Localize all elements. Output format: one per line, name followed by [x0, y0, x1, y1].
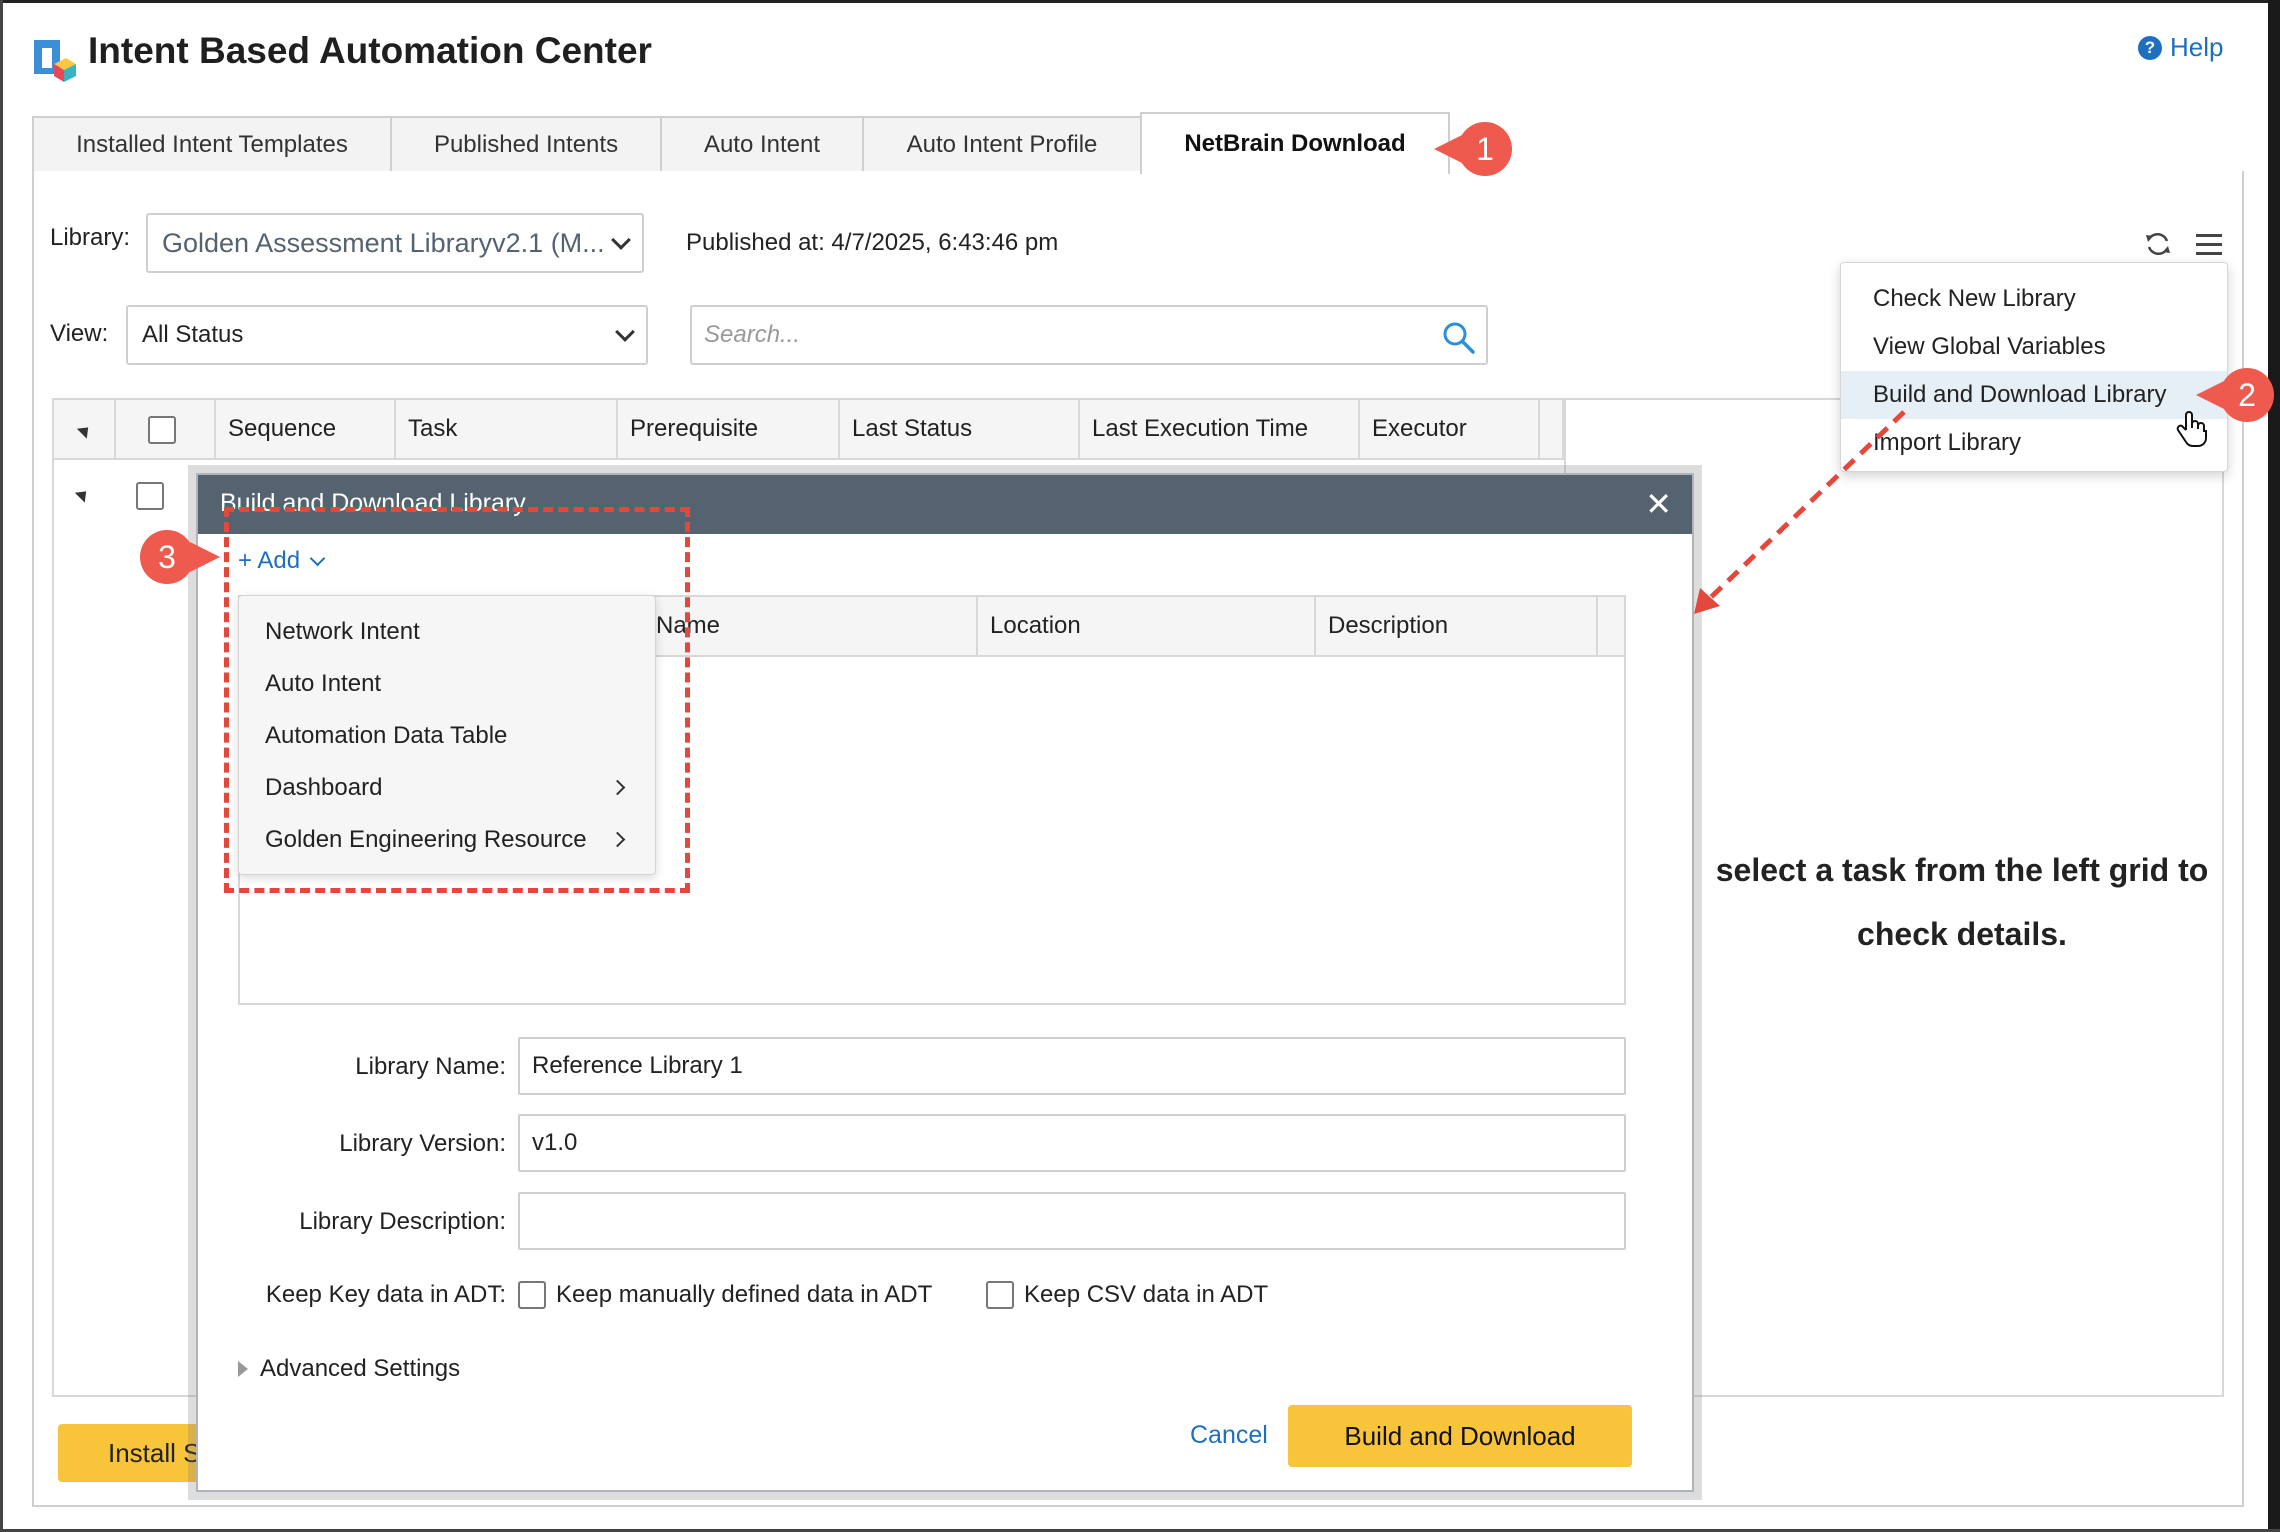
row-checkbox[interactable]: [136, 482, 164, 510]
callout-2-pointer: [2196, 380, 2226, 410]
library-actions-menu: Check New Library View Global Variables …: [1840, 262, 2228, 472]
dialog-title: Build and Download Library: [220, 489, 526, 517]
add-menu-dashboard-label: Dashboard: [265, 774, 383, 801]
menu-item-import-library[interactable]: Import Library: [1841, 419, 2227, 467]
menu-item-check-new-library[interactable]: Check New Library: [1841, 275, 2227, 323]
task-grid-header: Sequence Task Prerequisite Last Status L…: [52, 398, 1564, 460]
tab-installed-intent-templates[interactable]: Installed Intent Templates: [32, 116, 392, 172]
refresh-icon[interactable]: [2144, 230, 2172, 258]
search-placeholder: Search...: [704, 321, 801, 348]
column-last-execution-time[interactable]: Last Execution Time: [1080, 400, 1360, 458]
tab-published-intents[interactable]: Published Intents: [390, 116, 662, 172]
expand-icon: [238, 1361, 248, 1377]
callout-3-pointer: [190, 542, 220, 572]
menu-item-build-and-download-library[interactable]: Build and Download Library: [1841, 371, 2227, 419]
app-logo-icon: [34, 40, 76, 82]
add-label: + Add: [238, 547, 301, 574]
chevron-down-icon: [615, 322, 635, 342]
tab-auto-intent-profile[interactable]: Auto Intent Profile: [862, 116, 1142, 172]
build-and-download-button[interactable]: Build and Download: [1288, 1405, 1632, 1467]
close-icon[interactable]: ✕: [1645, 488, 1672, 520]
chevron-down-icon: [611, 230, 631, 250]
keep-csv-data-label: Keep CSV data in ADT: [1024, 1281, 1269, 1308]
add-menu-auto-intent[interactable]: Auto Intent: [239, 658, 655, 710]
column-location[interactable]: Location: [978, 597, 1316, 655]
cancel-button[interactable]: Cancel: [1190, 1421, 1268, 1450]
hand-cursor-icon: [2176, 411, 2207, 448]
advanced-settings-label: Advanced Settings: [260, 1355, 461, 1382]
hamburger-menu-icon[interactable]: [2196, 232, 2222, 256]
advanced-settings-toggle[interactable]: Advanced Settings: [238, 1355, 460, 1383]
help-label: Help: [2170, 32, 2224, 62]
add-menu: Network Intent Auto Intent Automation Da…: [238, 595, 656, 875]
view-select[interactable]: All Status: [126, 305, 648, 365]
library-description-input[interactable]: [518, 1192, 1626, 1250]
column-description[interactable]: Description: [1316, 597, 1598, 655]
column-sequence[interactable]: Sequence: [216, 400, 396, 458]
column-task[interactable]: Task: [396, 400, 618, 458]
add-menu-golden-engineering-resource-label: Golden Engineering Resource: [265, 826, 587, 853]
keep-manual-data-checkbox[interactable]: [518, 1281, 546, 1309]
view-label: View:: [50, 320, 109, 347]
build-download-dialog: Build and Download Library ✕ + Add Name …: [196, 473, 1694, 1492]
help-link[interactable]: ? Help: [2138, 32, 2223, 63]
library-version-label: Library Version:: [339, 1130, 506, 1157]
add-menu-golden-engineering-resource[interactable]: Golden Engineering Resource: [239, 814, 655, 866]
callout-1-pointer: [1434, 134, 1464, 164]
library-version-input[interactable]: v1.0: [518, 1114, 1626, 1172]
library-name-label: Library Name:: [355, 1053, 506, 1080]
chevron-right-icon: [609, 779, 626, 796]
keep-csv-data-checkbox[interactable]: [986, 1281, 1014, 1309]
app-title: Intent Based Automation Center: [88, 30, 652, 71]
search-input[interactable]: Search...: [690, 305, 1488, 365]
library-select[interactable]: Golden Assessment Libraryv2.1 (M...: [146, 213, 644, 273]
library-label: Library:: [50, 224, 131, 251]
add-menu-automation-data-table[interactable]: Automation Data Table: [239, 710, 655, 762]
grid-collapse-cell[interactable]: [54, 400, 116, 458]
grid-select-all-cell: [116, 400, 216, 458]
library-select-value: Golden Assessment Libraryv2.1 (M...: [162, 227, 605, 258]
column-name[interactable]: Name: [644, 597, 978, 655]
select-all-checkbox[interactable]: [148, 416, 176, 444]
add-menu-network-intent[interactable]: Network Intent: [239, 606, 655, 658]
detail-placeholder-message: select a task from the left grid to chec…: [1715, 852, 2209, 952]
view-select-value: All Status: [142, 321, 244, 348]
keep-key-data-label: Keep Key data in ADT:: [265, 1281, 506, 1308]
library-name-input[interactable]: Reference Library 1: [518, 1037, 1626, 1095]
dialog-header: Build and Download Library ✕: [198, 475, 1692, 534]
window-frame-left: [0, 0, 3, 1532]
column-executor[interactable]: Executor: [1360, 400, 1540, 458]
chevron-right-icon: [609, 831, 626, 848]
add-menu-dashboard[interactable]: Dashboard: [239, 762, 655, 814]
tab-auto-intent[interactable]: Auto Intent: [660, 116, 864, 172]
chevron-down-icon: [309, 550, 326, 566]
tab-netbrain-download[interactable]: NetBrain Download: [1140, 112, 1450, 174]
window-frame-right: [2268, 0, 2280, 1532]
add-button[interactable]: + Add: [238, 547, 326, 575]
published-at: Published at: 4/7/2025, 6:43:46 pm: [686, 229, 1059, 256]
menu-item-view-global-variables[interactable]: View Global Variables: [1841, 323, 2227, 371]
collapse-icon: [76, 422, 94, 439]
help-icon: ?: [2138, 35, 2162, 60]
window-frame-top: [0, 0, 2280, 3]
search-icon[interactable]: [1442, 321, 1476, 355]
column-last-status[interactable]: Last Status: [840, 400, 1080, 458]
library-description-label: Library Description:: [299, 1208, 506, 1235]
column-prerequisite[interactable]: Prerequisite: [618, 400, 840, 458]
keep-manual-data-label: Keep manually defined data in ADT: [556, 1281, 933, 1308]
